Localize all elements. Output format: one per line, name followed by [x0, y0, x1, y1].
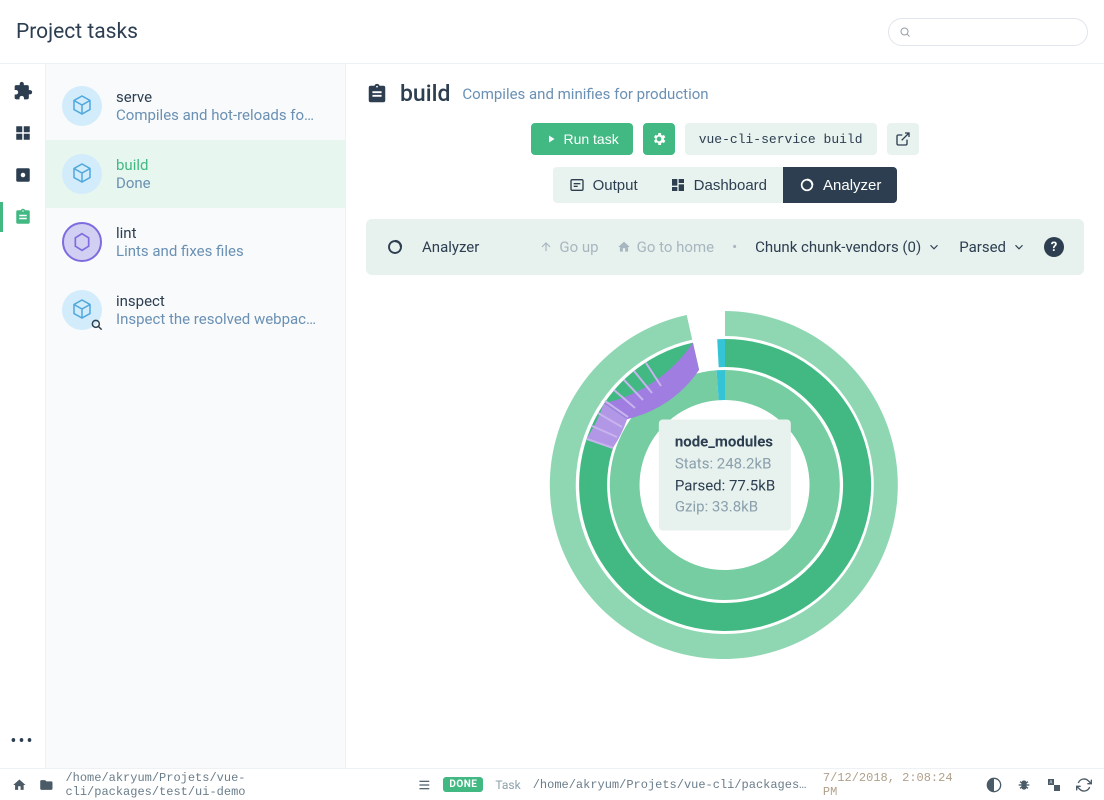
task-name: inspect: [116, 292, 329, 310]
cube-icon: [62, 86, 102, 126]
run-task-button[interactable]: Run task: [531, 123, 632, 155]
folder-icon[interactable]: [39, 777, 54, 793]
separator-dot: •: [732, 238, 737, 256]
home-icon: [617, 240, 631, 254]
dashboard-icon: [670, 177, 686, 193]
tab-label: Analyzer: [823, 177, 881, 194]
chevron-down-icon: [1012, 240, 1026, 254]
home-icon[interactable]: [12, 777, 27, 793]
tooltip-gzip: Gzip: 33.8kB: [675, 497, 775, 519]
chunk-label: Chunk chunk-vendors (0): [755, 238, 921, 256]
task-name: lint: [116, 224, 329, 242]
svg-text:A: A: [1049, 779, 1052, 785]
tab-output[interactable]: Output: [553, 167, 654, 203]
donut-icon: [386, 238, 404, 256]
mode-label: Parsed: [959, 238, 1006, 256]
task-desc: Lints and fixes files: [116, 242, 329, 260]
tab-analyzer[interactable]: Analyzer: [783, 167, 897, 203]
task-name: serve: [116, 88, 329, 106]
task-item-build[interactable]: build Done: [46, 140, 345, 208]
tooltip-title: node_modules: [675, 432, 775, 454]
task-subtitle: Compiles and minifies for production: [462, 85, 708, 103]
arrow-up-icon: [539, 240, 553, 254]
status-badge: DONE: [443, 777, 483, 792]
task-detail: build Compiles and minifies for producti…: [346, 64, 1104, 768]
help-button[interactable]: ?: [1044, 237, 1064, 257]
detail-tabs: Output Dashboard Analyzer: [366, 167, 1084, 203]
task-desc: Inspect the resolved webpac…: [116, 310, 329, 328]
open-external-button[interactable]: [887, 123, 919, 155]
refresh-icon[interactable]: [1076, 777, 1092, 793]
terminal-icon: [569, 177, 585, 193]
clipboard-icon: [366, 83, 388, 105]
mode-selector[interactable]: Parsed: [959, 238, 1026, 256]
task-item-serve[interactable]: serve Compiles and hot-reloads fo…: [46, 72, 345, 140]
nav-config[interactable]: [12, 164, 34, 186]
settings-button[interactable]: [643, 123, 675, 155]
bug-icon[interactable]: [1016, 777, 1032, 793]
side-nav: •••: [0, 64, 46, 768]
chunk-selector[interactable]: Chunk chunk-vendors (0): [755, 238, 941, 256]
external-link-icon: [895, 131, 911, 147]
task-name: build: [116, 156, 329, 174]
cube-search-icon: [62, 290, 102, 330]
task-desc: Done: [116, 174, 329, 192]
task-item-inspect[interactable]: inspect Inspect the resolved webpac…: [46, 276, 345, 344]
header: Project tasks: [0, 0, 1104, 64]
translate-icon[interactable]: A: [1046, 777, 1062, 793]
nav-more[interactable]: •••: [10, 731, 34, 752]
task-desc: Compiles and hot-reloads fo…: [116, 106, 329, 124]
cube-icon: [62, 154, 102, 194]
hexagon-icon: [62, 222, 102, 262]
search-box[interactable]: [888, 18, 1088, 46]
chevron-down-icon: [927, 240, 941, 254]
search-input[interactable]: [917, 25, 1077, 39]
status-bar: /home/akryum/Projets/vue-cli/packages/te…: [0, 768, 1104, 800]
cwd-path[interactable]: /home/akryum/Projets/vue-cli/packages/te…: [65, 771, 396, 799]
tooltip-stats: Stats: 248.2kB: [675, 453, 775, 475]
sunburst-chart[interactable]: node_modules Stats: 248.2kB Parsed: 77.5…: [366, 275, 1084, 675]
nav-tasks[interactable]: [12, 206, 34, 228]
task-title: build: [400, 80, 450, 107]
go-up-button[interactable]: Go up: [539, 238, 598, 256]
action-row: Run task vue-cli-service build: [366, 123, 1084, 155]
donut-icon: [799, 177, 815, 193]
log-time: 7/12/2018, 2:08:24 PM: [823, 771, 962, 799]
run-task-label: Run task: [563, 131, 618, 147]
ring2-main[interactable]: [717, 339, 725, 367]
log-path: /home/akryum/Projets/vue-cli/packages/te…: [533, 778, 811, 792]
title-row: build Compiles and minifies for producti…: [366, 80, 1084, 107]
analyzer-toolbar: Analyzer Go up Go to home • Chunk chunk-…: [366, 219, 1084, 275]
command-button[interactable]: vue-cli-service build: [685, 123, 877, 155]
task-list: serve Compiles and hot-reloads fo… build…: [46, 64, 346, 768]
list-icon[interactable]: [417, 777, 432, 793]
tab-dashboard[interactable]: Dashboard: [654, 167, 783, 203]
analyzer-title: Analyzer: [422, 238, 479, 256]
tab-label: Dashboard: [694, 177, 767, 194]
gear-icon: [651, 131, 667, 147]
log-prefix: Task: [495, 778, 520, 792]
task-item-lint[interactable]: lint Lints and fixes files: [46, 208, 345, 276]
page-title: Project tasks: [16, 20, 888, 44]
go-home-button[interactable]: Go to home: [617, 238, 714, 256]
play-icon: [545, 133, 557, 145]
nav-widgets[interactable]: [12, 122, 34, 144]
theme-icon[interactable]: [986, 777, 1002, 793]
nav-plugins[interactable]: [12, 80, 34, 102]
go-up-label: Go up: [559, 238, 598, 256]
go-home-label: Go to home: [637, 238, 714, 256]
chart-tooltip: node_modules Stats: 248.2kB Parsed: 77.5…: [659, 420, 791, 531]
search-icon: [899, 26, 911, 38]
tab-label: Output: [593, 177, 638, 194]
tooltip-parsed: Parsed: 77.5kB: [675, 475, 775, 497]
